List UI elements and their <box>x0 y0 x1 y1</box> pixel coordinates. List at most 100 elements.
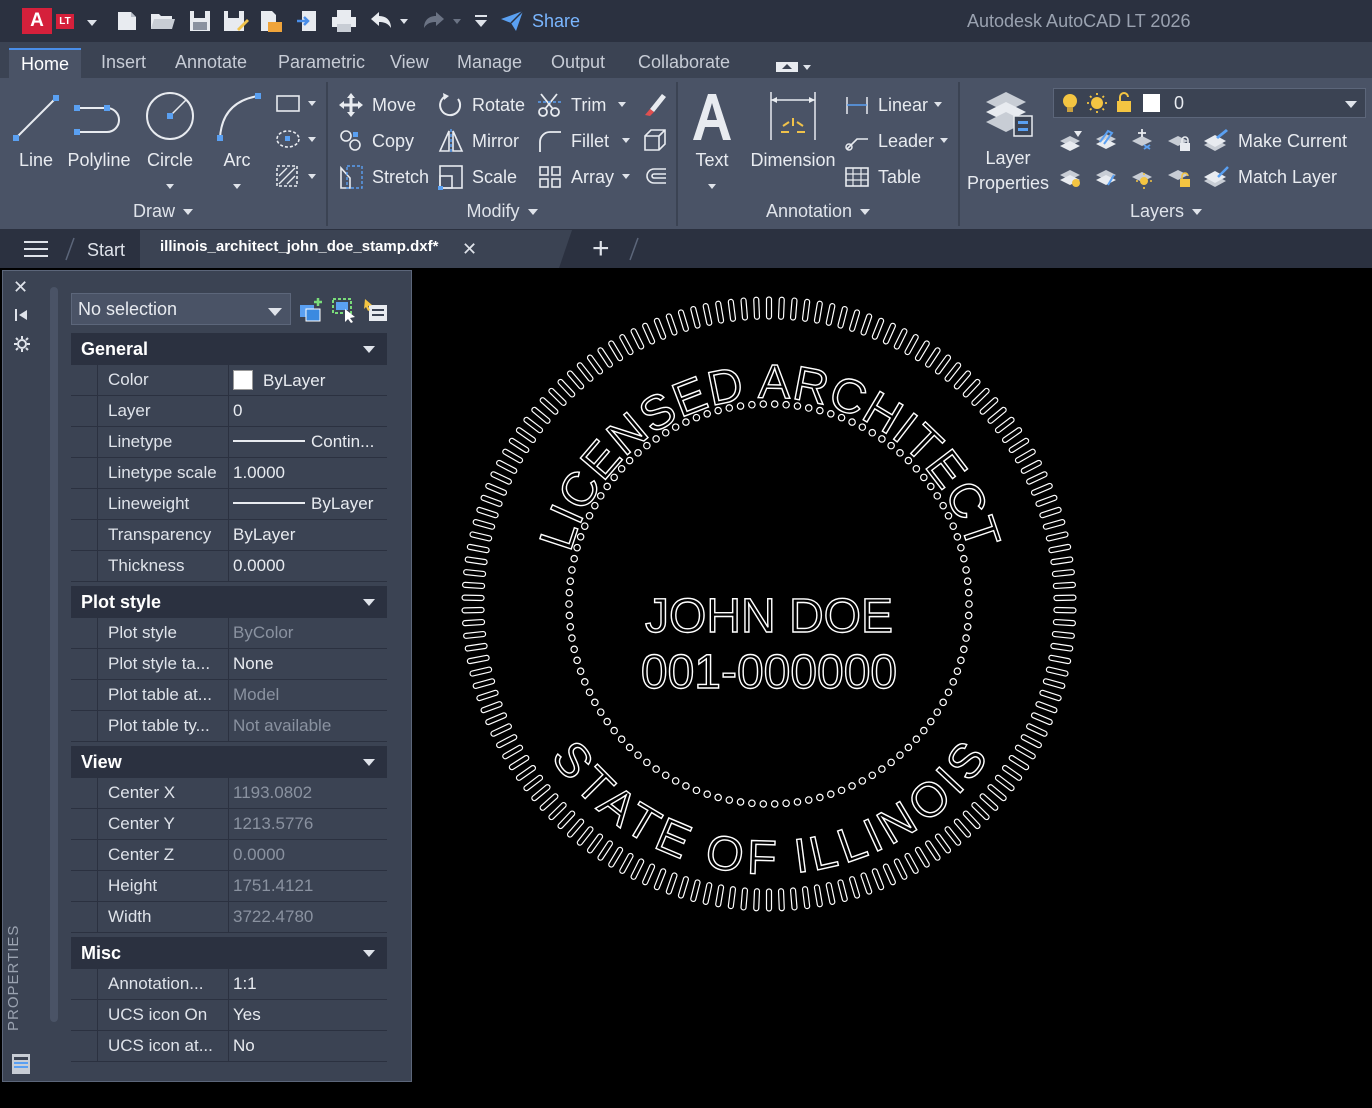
plot-icon[interactable] <box>331 9 357 33</box>
layer-dropdown[interactable]: 0 <box>1053 88 1366 118</box>
property-value[interactable]: 1:1 <box>228 969 387 999</box>
app-menu-chevron-icon[interactable] <box>86 14 98 26</box>
array-button[interactable]: Array <box>537 163 614 191</box>
new-tab-button[interactable]: + <box>592 232 610 266</box>
text-button[interactable]: Text <box>688 88 736 194</box>
fillet-button[interactable]: Fillet <box>537 127 609 155</box>
table-button[interactable]: Table <box>844 163 921 191</box>
undo-icon[interactable] <box>367 9 411 33</box>
menu-icon[interactable] <box>24 241 48 259</box>
tab-active-file[interactable]: illinois_architect_john_doe_stamp.dxf* ✕ <box>140 230 572 268</box>
open-from-web-icon[interactable] <box>258 9 284 33</box>
ellipse-button[interactable] <box>275 128 319 155</box>
palette-settings-icon[interactable] <box>13 335 31 358</box>
property-row[interactable]: Plot table at... Model <box>71 680 387 711</box>
property-value[interactable]: None <box>228 649 387 679</box>
section-header-misc[interactable]: Misc <box>71 937 387 969</box>
toggle-pickadd-icon[interactable] <box>299 297 325 323</box>
close-icon[interactable]: ✕ <box>462 239 477 260</box>
properties-palette-icon[interactable] <box>11 1053 31 1080</box>
quick-select-icon[interactable] <box>363 297 389 323</box>
property-row[interactable]: Height 1751.4121 <box>71 871 387 902</box>
leader-dropdown-icon[interactable] <box>940 138 948 143</box>
property-row[interactable]: Plot style ta... None <box>71 649 387 680</box>
property-row[interactable]: Center Z 0.0000 <box>71 840 387 871</box>
ribbon-minimize-button[interactable] <box>776 58 812 72</box>
application-menu-button[interactable]: A LT <box>22 8 84 34</box>
make-current-button[interactable]: Make Current <box>1202 127 1347 155</box>
layers-panel-title[interactable]: Layers <box>960 201 1372 222</box>
tab-manage[interactable]: Manage <box>457 52 522 73</box>
property-row[interactable]: Lineweight ByLayer <box>71 489 387 520</box>
trim-button[interactable]: Trim <box>537 91 606 119</box>
circle-button[interactable]: Circle <box>140 88 200 194</box>
tab-parametric[interactable]: Parametric <box>278 52 365 73</box>
tab-view[interactable]: View <box>390 52 429 73</box>
polyline-button[interactable]: Polyline <box>66 88 132 171</box>
explode-button[interactable] <box>642 127 668 158</box>
property-row[interactable]: Transparency ByLayer <box>71 520 387 551</box>
share-button[interactable]: Share <box>500 9 580 33</box>
modify-panel-title[interactable]: Modify <box>328 201 676 222</box>
customize-quick-access-icon[interactable] <box>474 9 488 33</box>
section-header-general[interactable]: General <box>71 333 387 365</box>
collapse-section-icon[interactable] <box>363 950 375 957</box>
match-layer-button[interactable]: Match Layer <box>1202 163 1337 191</box>
property-value[interactable]: ByLayer <box>228 520 387 550</box>
property-row[interactable]: Linetype scale 1.0000 <box>71 458 387 489</box>
hatch-button[interactable] <box>275 164 319 193</box>
property-value[interactable]: 0.0000 <box>228 551 387 581</box>
redo-icon[interactable] <box>420 9 464 33</box>
section-header-plot-style[interactable]: Plot style <box>71 586 387 618</box>
property-value[interactable]: 0 <box>228 396 387 426</box>
property-row[interactable]: Color ByLayer <box>71 365 387 396</box>
linear-dropdown-icon[interactable] <box>934 102 942 107</box>
property-row[interactable]: Plot style ByColor <box>71 618 387 649</box>
trim-dropdown-icon[interactable] <box>618 102 626 107</box>
property-row[interactable]: Thickness 0.0000 <box>71 551 387 582</box>
linear-button[interactable]: Linear <box>844 91 928 119</box>
property-row[interactable]: UCS icon at... No <box>71 1031 387 1062</box>
layer-properties-button[interactable]: Layer Properties <box>962 88 1054 194</box>
property-value[interactable]: Yes <box>228 1000 387 1030</box>
mirror-button[interactable]: Mirror <box>438 127 519 155</box>
property-value[interactable]: 1.0000 <box>228 458 387 488</box>
line-button[interactable]: Line <box>10 88 62 171</box>
layer-tools-icons-2[interactable] <box>1058 163 1198 191</box>
stretch-button[interactable]: Stretch <box>338 163 429 191</box>
property-row[interactable]: UCS icon On Yes <box>71 1000 387 1031</box>
arc-dropdown-icon[interactable] <box>233 184 241 189</box>
tab-insert[interactable]: Insert <box>101 52 146 73</box>
auto-hide-icon[interactable] <box>13 307 29 328</box>
erase-button[interactable] <box>642 91 668 122</box>
leader-button[interactable]: Leader <box>844 127 934 155</box>
property-row[interactable]: Layer 0 <box>71 396 387 427</box>
tab-home[interactable]: Home <box>9 48 82 78</box>
save-to-web-icon[interactable] <box>296 9 320 33</box>
property-value[interactable]: ByLayer <box>228 489 387 519</box>
draw-panel-title[interactable]: Draw <box>0 201 326 222</box>
property-row[interactable]: Width 3722.4780 <box>71 902 387 933</box>
arc-button[interactable]: Arc <box>212 88 262 194</box>
offset-button[interactable] <box>642 163 668 194</box>
collapse-section-icon[interactable] <box>363 346 375 353</box>
fillet-dropdown-icon[interactable] <box>622 138 630 143</box>
copy-button[interactable]: Copy <box>338 127 414 155</box>
collapse-section-icon[interactable] <box>363 759 375 766</box>
tab-output[interactable]: Output <box>551 52 605 73</box>
tab-annotate[interactable]: Annotate <box>175 52 247 73</box>
property-row[interactable]: Center Y 1213.5776 <box>71 809 387 840</box>
property-row[interactable]: Center X 1193.0802 <box>71 778 387 809</box>
rotate-button[interactable]: Rotate <box>438 91 525 119</box>
tab-start[interactable]: Start <box>87 240 125 261</box>
collapse-section-icon[interactable] <box>363 599 375 606</box>
section-header-view[interactable]: View <box>71 746 387 778</box>
text-dropdown-icon[interactable] <box>708 184 716 189</box>
rectangle-button[interactable] <box>275 92 319 119</box>
selection-dropdown[interactable]: No selection <box>71 293 291 325</box>
property-value[interactable]: No <box>228 1031 387 1061</box>
save-as-icon[interactable] <box>223 9 249 33</box>
save-icon[interactable] <box>189 9 211 33</box>
tab-collaborate[interactable]: Collaborate <box>638 52 730 73</box>
drawing-canvas[interactable]: LICENSED ARCHITECT STATE OF ILLINOIS JOH… <box>412 270 1372 1108</box>
